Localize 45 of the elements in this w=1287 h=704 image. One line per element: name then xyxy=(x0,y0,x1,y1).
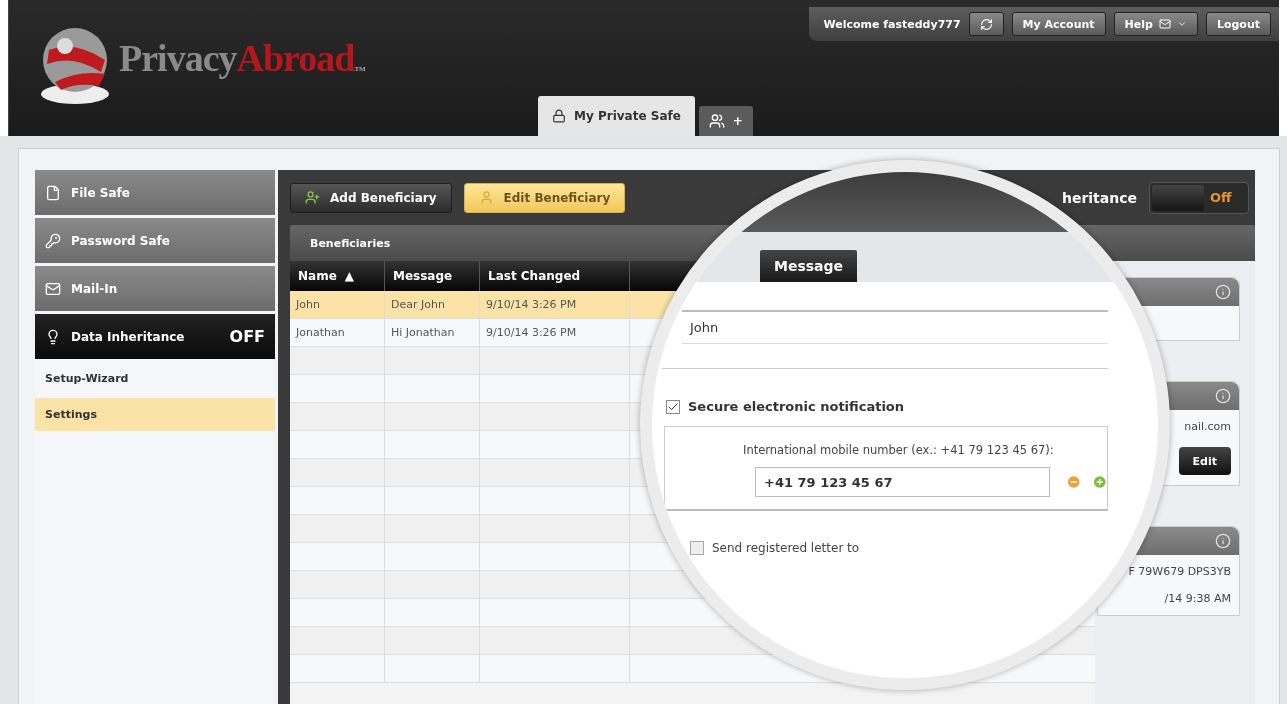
caret-icon xyxy=(1176,19,1187,29)
nav-item[interactable]: File Safe xyxy=(35,170,275,215)
nav-item[interactable]: Mail-In xyxy=(35,266,275,311)
info-icon[interactable] xyxy=(1215,533,1231,549)
toolbar-button[interactable]: Add Beneficiary xyxy=(290,182,452,213)
envelope-icon xyxy=(1158,18,1171,30)
add-people-tab[interactable]: + xyxy=(698,106,753,136)
person-icon xyxy=(478,190,494,205)
info-icon[interactable] xyxy=(1215,284,1231,300)
refresh-icon xyxy=(979,17,993,31)
field-label: International mobile number (ex.: +41 79 123 45 67): xyxy=(743,443,1055,457)
card-text: F 79W679 DPS3YB xyxy=(1128,565,1231,578)
remove-icon[interactable] xyxy=(1066,474,1082,490)
key-icon xyxy=(45,232,61,249)
name-field[interactable]: John xyxy=(682,310,1108,344)
card-text: nail.com xyxy=(1184,420,1231,433)
checkbox-label: Send registered letter to xyxy=(712,541,860,555)
checkbox-label: Secure electronic notification xyxy=(688,399,905,414)
sub-nav-item[interactable]: Settings xyxy=(35,398,275,431)
checkbox[interactable] xyxy=(690,541,704,555)
welcome-text: Welcome fasteddy777 xyxy=(823,17,961,31)
inheritance-toggle[interactable]: Off xyxy=(1149,181,1249,214)
add-icon[interactable] xyxy=(1091,474,1107,490)
mobile-number-field[interactable]: +41 79 123 45 67 xyxy=(755,467,1050,497)
sub-nav-item[interactable]: Setup-Wizard xyxy=(35,362,275,395)
toolbar-button[interactable]: Edit Beneficiary xyxy=(463,182,626,213)
card-text: /14 9:38 AM xyxy=(1164,592,1231,605)
nav-item[interactable]: Password Safe xyxy=(35,218,275,263)
people-icon xyxy=(708,113,725,129)
edit-button[interactable]: Edit xyxy=(1178,447,1231,475)
lightbulb-icon xyxy=(45,328,61,345)
inheritance-label: heritance xyxy=(1061,189,1137,206)
header-button[interactable]: My Account xyxy=(1011,12,1106,36)
tab[interactable]: My Private Safe xyxy=(538,96,695,136)
help-menu-button[interactable]: Help xyxy=(1113,12,1198,36)
header-button[interactable]: Logout xyxy=(1205,12,1271,36)
message-tab[interactable]: Message xyxy=(760,250,858,282)
envelope-icon xyxy=(45,280,61,297)
checkbox[interactable] xyxy=(666,399,680,414)
add-person-icon xyxy=(305,190,320,205)
nav-item[interactable]: Data Inheritance OFF xyxy=(35,314,275,359)
refresh-button[interactable] xyxy=(968,12,1004,36)
file-icon xyxy=(45,184,61,201)
lock-icon xyxy=(552,109,566,123)
info-icon[interactable] xyxy=(1215,388,1231,404)
